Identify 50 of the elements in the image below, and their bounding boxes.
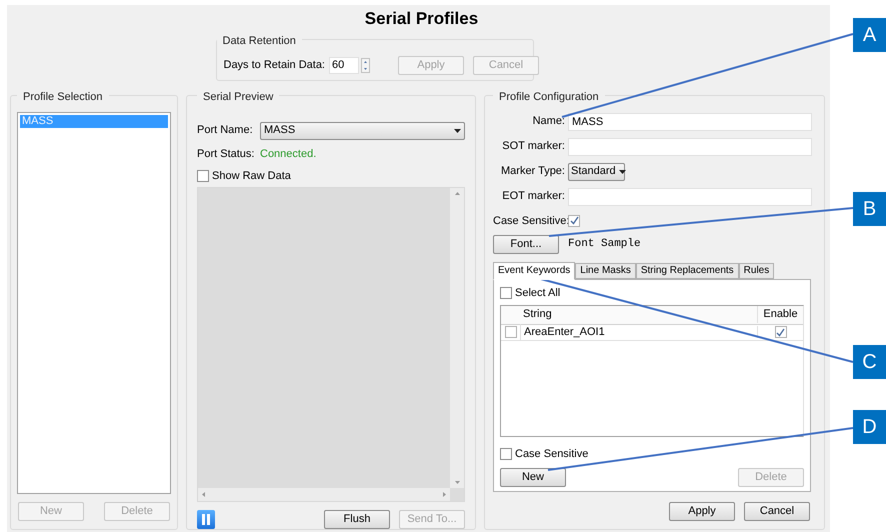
new-button[interactable]: New <box>500 468 566 487</box>
show-raw-data-checkbox[interactable] <box>197 170 209 182</box>
flush-button[interactable]: Flush <box>324 510 390 529</box>
text-field[interactable] <box>568 188 812 206</box>
enable-checkbox[interactable] <box>774 326 786 338</box>
scroll-left-arrow-icon[interactable] <box>202 492 205 497</box>
font-sample-text: Font Sample <box>568 237 641 252</box>
field-label: SOT marker: <box>501 139 565 154</box>
case-sensitive-checkbox[interactable] <box>568 214 580 227</box>
scroll-up-arrow-icon[interactable] <box>454 192 460 194</box>
column-header: String <box>522 307 553 322</box>
field-label: EOT marker: <box>501 189 565 204</box>
field-label: Days to Retain Data: <box>224 58 325 73</box>
checkbox-label: Show Raw Data <box>212 169 291 184</box>
field-label: Port Name: <box>197 123 254 138</box>
group-title: Profile Configuration <box>493 89 605 106</box>
column-header: Enable <box>757 306 803 323</box>
case-sensitive-checkbox[interactable] <box>500 448 512 460</box>
port-name-dropdown[interactable]: MASS <box>260 122 465 140</box>
apply-button[interactable]: Apply <box>669 502 735 521</box>
text-field[interactable]: MASS <box>568 112 812 130</box>
text-field[interactable] <box>568 138 812 156</box>
days-input[interactable]: 60 <box>329 56 359 74</box>
cancel-button[interactable]: Cancel <box>744 502 810 521</box>
marker-type-dropdown[interactable]: Standard <box>568 162 625 180</box>
spinner-icon[interactable] <box>361 58 370 72</box>
field-label: Name: <box>532 114 565 130</box>
font-button[interactable]: Font... <box>493 235 559 254</box>
port-status-text: Connected. <box>260 146 316 162</box>
field-label: Marker Type: <box>500 164 565 180</box>
tab[interactable]: Line Masks <box>575 263 636 279</box>
tab[interactable]: String Replacements <box>636 263 739 279</box>
checkbox-label: Select All <box>515 286 560 301</box>
row-checkbox[interactable] <box>504 326 516 338</box>
scroll-right-arrow-icon[interactable] <box>443 492 446 497</box>
checkbox-label: Case Sensitive <box>515 446 588 462</box>
callout-label: C <box>853 345 886 379</box>
tab[interactable]: Rules <box>738 263 774 279</box>
dropdown-arrow-icon <box>454 128 461 132</box>
pause-button[interactable] <box>197 510 215 529</box>
scroll-down-arrow-icon[interactable] <box>454 481 460 484</box>
callout-label: B <box>853 192 886 226</box>
callout-label: A <box>853 18 886 52</box>
window-title: Serial Profiles <box>364 8 480 30</box>
select-all-checkbox[interactable] <box>500 287 512 300</box>
tab[interactable]: Event Keywords <box>493 262 576 280</box>
dropdown-arrow-icon <box>618 170 626 174</box>
table-cell: AreaEnter_AOI1 <box>520 324 757 340</box>
callout-label: D <box>853 410 886 444</box>
field-label: Port Status: <box>197 146 255 162</box>
